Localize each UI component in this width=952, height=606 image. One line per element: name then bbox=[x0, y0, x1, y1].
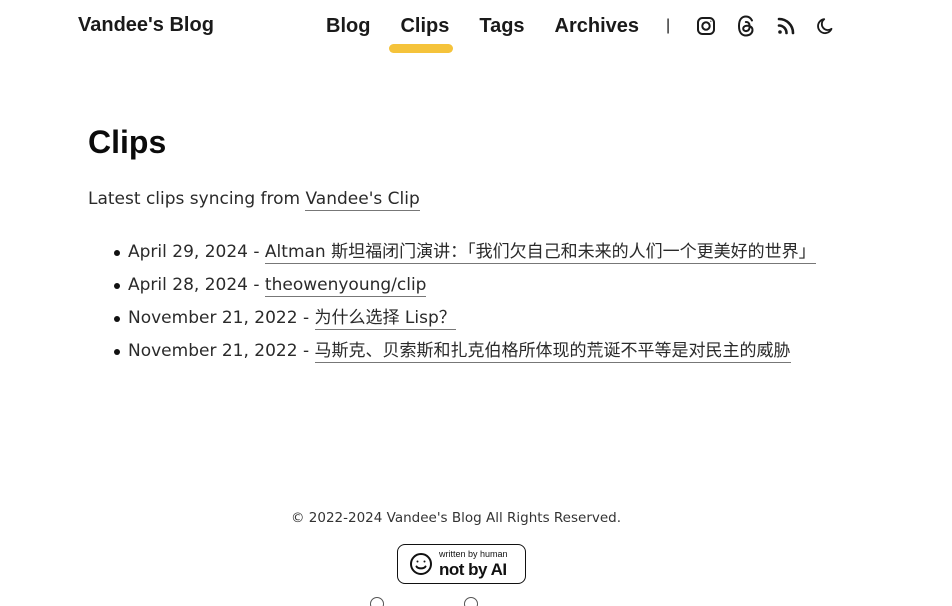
intro-prefix: Latest clips syncing from bbox=[88, 189, 306, 209]
footer-icon bbox=[464, 597, 478, 606]
threads-icon[interactable] bbox=[735, 15, 757, 37]
list-item: November 21, 2022 - 马斯克、贝索斯和扎克伯格所体现的荒诞不平… bbox=[114, 335, 848, 368]
footer-bottom-row bbox=[370, 596, 570, 606]
clip-link[interactable]: Altman 斯坦福闭门演讲：「我们欠自己和未来的人们一个更美好的世界」 bbox=[264, 242, 816, 264]
list-item: April 29, 2024 - Altman 斯坦福闭门演讲：「我们欠自己和未… bbox=[114, 236, 848, 269]
list-item: November 21, 2022 - 为什么选择 Lisp？ bbox=[114, 302, 848, 335]
clip-date: April 28, 2024 bbox=[128, 275, 248, 295]
instagram-icon[interactable] bbox=[695, 15, 717, 37]
clip-link[interactable]: 为什么选择 Lisp？ bbox=[314, 308, 456, 330]
nav-tags[interactable]: Tags bbox=[479, 15, 524, 38]
rss-icon[interactable] bbox=[775, 15, 797, 37]
badge-big-text: not by AI bbox=[439, 560, 507, 579]
nav-clips[interactable]: Clips bbox=[389, 15, 454, 53]
clip-separator: - bbox=[297, 308, 315, 328]
clip-date: November 21, 2022 bbox=[128, 308, 298, 328]
clip-separator: - bbox=[247, 275, 265, 295]
moon-icon[interactable] bbox=[815, 15, 837, 37]
clip-separator: - bbox=[247, 242, 265, 262]
vandees-clip-link[interactable]: Vandee's Clip bbox=[305, 189, 420, 211]
footer-icon bbox=[370, 597, 384, 606]
clip-separator: - bbox=[297, 341, 315, 361]
intro-text: Latest clips syncing from Vandee's Clip bbox=[88, 189, 420, 211]
nav-blog[interactable]: Blog bbox=[326, 15, 370, 38]
clip-link[interactable]: theowenyoung/clip bbox=[264, 275, 427, 297]
badge-text: written by human not by AI bbox=[439, 549, 508, 579]
footer-copyright: © 2022-2024 Vandee's Blog All Rights Res… bbox=[290, 510, 622, 526]
nav-archives[interactable]: Archives bbox=[555, 15, 640, 38]
smiley-icon bbox=[410, 553, 432, 575]
list-item: April 28, 2024 - theowenyoung/clip bbox=[114, 269, 848, 302]
main-nav: Blog Clips Tags Archives | bbox=[326, 12, 855, 53]
clip-date: November 21, 2022 bbox=[128, 341, 298, 361]
page-title: Clips bbox=[88, 124, 167, 160]
badge-small-text: written by human bbox=[439, 549, 508, 559]
site-title[interactable]: Vandee's Blog bbox=[78, 14, 214, 37]
clip-date: April 29, 2024 bbox=[128, 242, 248, 262]
not-by-ai-badge[interactable]: written by human not by AI bbox=[397, 544, 526, 584]
nav-separator: | bbox=[666, 17, 671, 34]
clip-list: April 29, 2024 - Altman 斯坦福闭门演讲：「我们欠自己和未… bbox=[88, 236, 848, 368]
clip-link[interactable]: 马斯克、贝索斯和扎克伯格所体现的荒诞不平等是对民主的威胁 bbox=[314, 341, 791, 363]
